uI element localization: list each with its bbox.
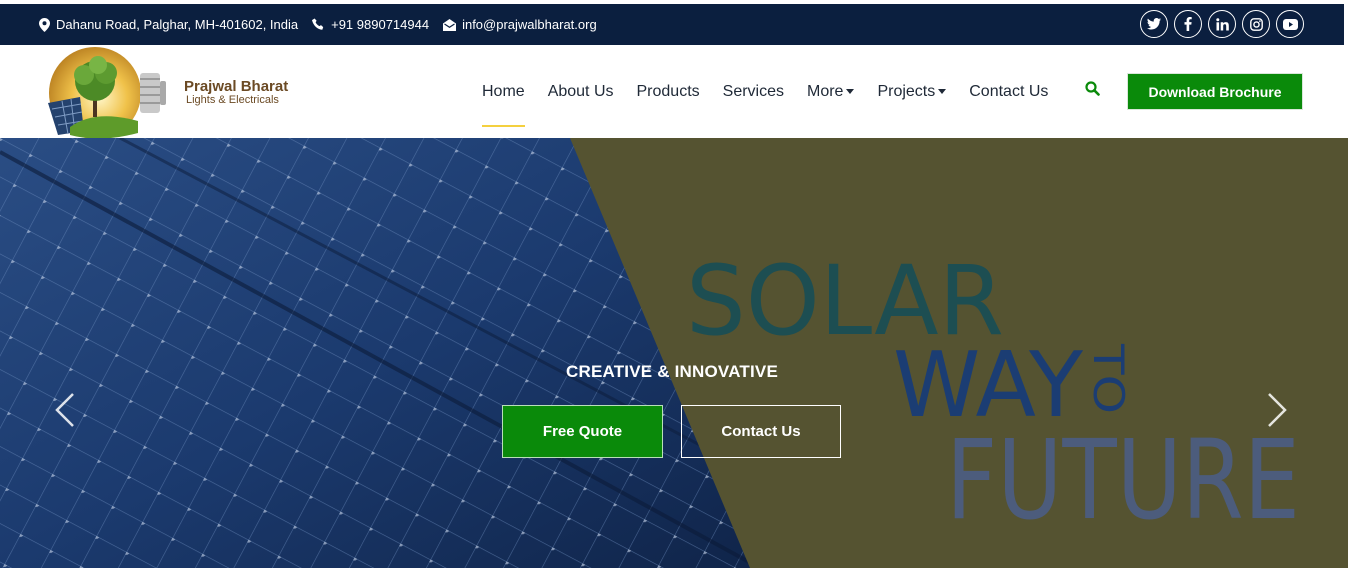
search-icon (1085, 81, 1100, 96)
hero-slider: SOLAR WAY TO FUTURE CREATIVE & INNOVATIV… (0, 138, 1348, 568)
lightbulb-tree-logo-icon (48, 47, 166, 139)
phone-info[interactable]: +91 9890714944 (312, 17, 429, 32)
facebook-link[interactable] (1174, 10, 1202, 38)
email-info[interactable]: info@prajwalbharat.org (443, 17, 597, 32)
brand-tagline: Lights & Electricals (186, 94, 279, 106)
slider-prev-button[interactable] (54, 392, 76, 433)
envelope-open-icon (443, 18, 457, 31)
hero-background: SOLAR WAY TO FUTURE (0, 138, 1348, 568)
youtube-link[interactable] (1276, 10, 1304, 38)
facebook-icon (1184, 17, 1192, 31)
nav-products[interactable]: Products (637, 83, 700, 101)
top-bar: Dahanu Road, Palghar, MH-401602, India +… (0, 4, 1344, 45)
brand-logo[interactable]: Prajwal Bharat Lights & Electricals (40, 47, 300, 139)
linkedin-link[interactable] (1208, 10, 1236, 38)
twitter-link[interactable] (1140, 10, 1168, 38)
youtube-icon (1282, 18, 1298, 30)
linkedin-icon (1215, 17, 1229, 30)
social-links (1140, 10, 1304, 38)
hero-contact-us-button[interactable]: Contact Us (681, 405, 841, 458)
chevron-right-icon (1268, 393, 1287, 427)
instagram-link[interactable] (1242, 10, 1270, 38)
map-pin-icon (39, 17, 50, 32)
email-text: info@prajwalbharat.org (462, 17, 597, 32)
nav-about-us[interactable]: About Us (548, 83, 614, 101)
nav-more-label: More (807, 82, 844, 100)
search-button[interactable] (1085, 81, 1100, 101)
phone-icon (312, 18, 324, 30)
slider-next-button[interactable] (1266, 392, 1288, 433)
caret-down-icon (938, 88, 947, 94)
nav-contact-us[interactable]: Contact Us (969, 83, 1048, 101)
chevron-left-icon (55, 393, 74, 427)
main-navbar: Prajwal Bharat Lights & Electricals Home… (0, 45, 1344, 139)
nav-projects-dropdown[interactable]: Projects (877, 82, 947, 101)
instagram-icon (1249, 17, 1263, 31)
brand-name: Prajwal Bharat (184, 78, 289, 95)
nav-more-dropdown[interactable]: More (807, 82, 855, 101)
nav-menu: Home About Us Products Services More Pro… (482, 45, 1071, 138)
address-info: Dahanu Road, Palghar, MH-401602, India (39, 17, 298, 32)
download-brochure-button[interactable]: Download Brochure (1127, 73, 1303, 110)
nav-services[interactable]: Services (723, 83, 784, 101)
free-quote-button[interactable]: Free Quote (502, 405, 663, 458)
twitter-icon (1147, 18, 1161, 30)
caret-down-icon (846, 88, 855, 94)
address-text: Dahanu Road, Palghar, MH-401602, India (56, 17, 299, 32)
nav-projects-label: Projects (877, 82, 936, 100)
hero-word-future: FUTURE (946, 416, 1300, 544)
phone-text: +91 9890714944 (331, 17, 430, 32)
nav-home[interactable]: Home (482, 83, 525, 127)
hero-subtitle: CREATIVE & INNOVATIVE (566, 362, 778, 381)
